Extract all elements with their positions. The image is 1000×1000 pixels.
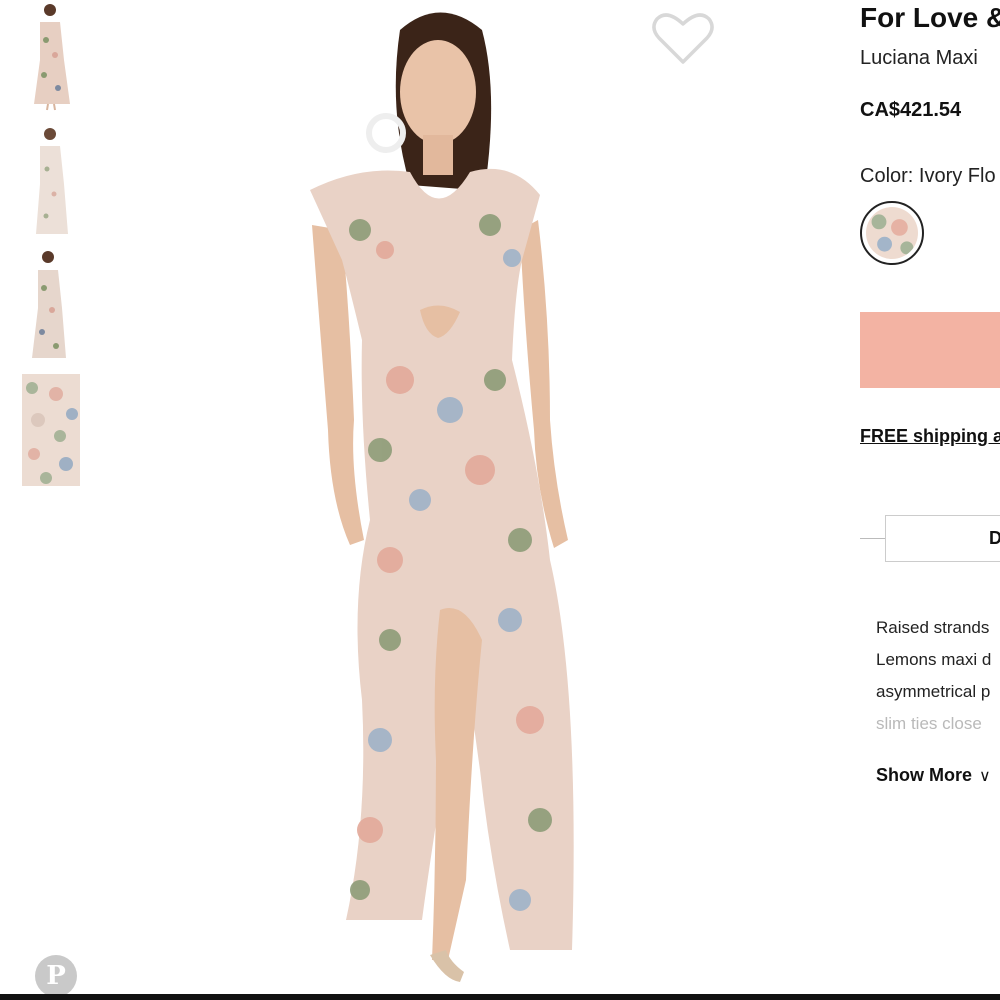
thumbnail-3-image	[32, 251, 66, 358]
tab-divider	[860, 538, 886, 539]
thumbnail-2-image	[36, 128, 68, 234]
thumbnail-1[interactable]	[22, 0, 80, 112]
thumbnail-1-image	[34, 4, 70, 111]
thumbnail-3[interactable]	[22, 248, 80, 360]
show-more-button[interactable]: Show More ∨	[876, 765, 991, 786]
pinterest-icon[interactable]: P	[35, 955, 77, 997]
wishlist-heart-icon[interactable]	[650, 10, 716, 68]
tab-details[interactable]: D	[885, 515, 1000, 562]
description-line: Lemons maxi d	[876, 650, 992, 669]
description-line: Raised strands	[876, 618, 990, 637]
product-info-panel: For Love & Luciana Maxi CA$421.54 Color:…	[860, 0, 1000, 1000]
product-name: Luciana Maxi	[860, 47, 978, 69]
color-label: Color: Ivory Flo	[860, 165, 996, 187]
bottom-border	[0, 994, 1000, 1000]
thumbnail-4[interactable]	[22, 374, 80, 486]
show-more-label: Show More	[876, 765, 973, 785]
thumbnail-4-image	[22, 374, 80, 486]
free-shipping-link[interactable]: FREE shipping a	[860, 426, 1000, 447]
product-description: Raised strands Lemons maxi d asymmetrica…	[876, 612, 1000, 740]
main-product-image[interactable]	[250, 0, 630, 1000]
description-line: slim ties close	[876, 714, 982, 733]
description-line: asymmetrical p	[876, 682, 991, 701]
swatch-image	[866, 207, 918, 259]
color-swatch[interactable]	[860, 201, 924, 265]
model-dress-illustration	[310, 12, 574, 982]
add-to-bag-button[interactable]	[860, 312, 1000, 388]
product-price: CA$421.54	[860, 99, 962, 121]
brand-name[interactable]: For Love &	[860, 2, 1000, 34]
tab-details-label: D	[989, 528, 1000, 548]
thumbnail-2[interactable]	[22, 124, 80, 236]
chevron-down-icon: ∨	[979, 768, 991, 785]
